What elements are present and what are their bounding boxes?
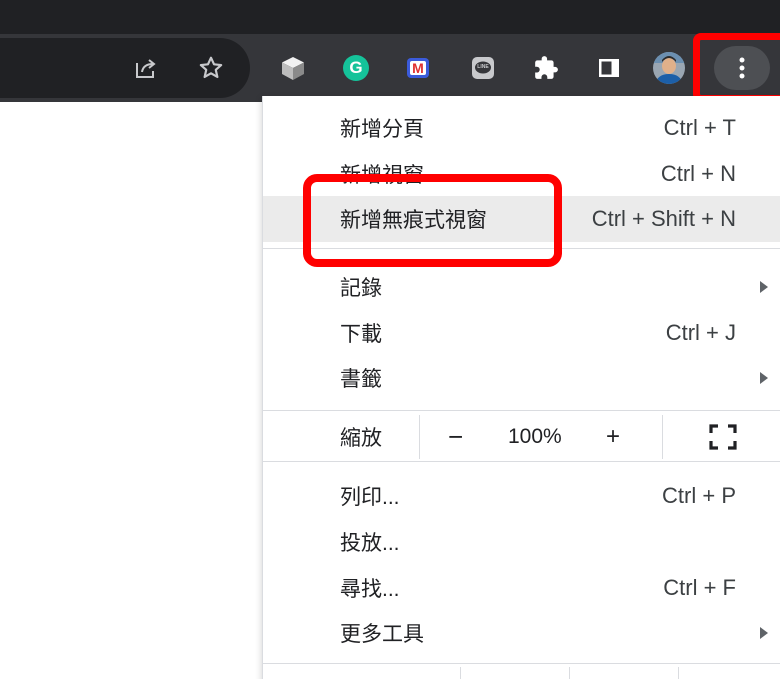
mail-extension-icon[interactable]: M xyxy=(400,50,436,86)
menu-separator xyxy=(263,663,780,664)
menu-separator xyxy=(263,410,780,411)
share-icon[interactable] xyxy=(128,50,164,86)
cube-extension-icon[interactable] xyxy=(275,50,311,86)
bookmark-star-icon[interactable] xyxy=(193,50,229,86)
menu-item-print[interactable]: 列印... Ctrl + P xyxy=(263,473,780,519)
menu-item-label: 投放... xyxy=(340,532,400,555)
line-text: LINE xyxy=(477,64,489,70)
menu-item-downloads[interactable]: 下載 Ctrl + J xyxy=(263,310,780,356)
submenu-arrow-icon xyxy=(760,372,768,384)
line-extension-icon[interactable]: LINE xyxy=(465,50,501,86)
menu-item-bookmarks[interactable]: 書籤 xyxy=(263,355,780,401)
mail-letter: M xyxy=(412,60,424,76)
menu-button-highlight-box xyxy=(693,33,780,102)
edit-row-partial xyxy=(263,667,780,679)
menu-separator xyxy=(263,461,780,462)
menu-zoom-row: 縮放 − 100% + xyxy=(263,415,780,459)
menu-item-cast[interactable]: 投放... xyxy=(263,519,780,565)
tab-strip xyxy=(0,0,780,34)
fullscreen-icon[interactable] xyxy=(709,424,737,450)
menu-item-label: 新增分頁 xyxy=(340,118,424,141)
zoom-level: 100% xyxy=(508,425,562,448)
menu-item-history[interactable]: 記錄 xyxy=(263,264,780,310)
menu-item-label: 列印... xyxy=(340,486,400,509)
menu-item-label: 下載 xyxy=(340,323,382,346)
menu-item-label: 尋找... xyxy=(340,578,400,601)
incognito-item-highlight-box xyxy=(303,174,562,267)
menu-item-find[interactable]: 尋找... Ctrl + F xyxy=(263,565,780,611)
submenu-arrow-icon xyxy=(760,281,768,293)
menu-item-shortcut: Ctrl + T xyxy=(663,115,736,140)
menu-item-shortcut: Ctrl + N xyxy=(660,161,736,186)
menu-item-shortcut: Ctrl + F xyxy=(663,575,736,600)
profile-avatar[interactable] xyxy=(651,50,687,86)
menu-item-shortcut: Ctrl + Shift + N xyxy=(591,206,736,231)
menu-item-label: 記錄 xyxy=(340,277,382,300)
menu-item-shortcut: Ctrl + P xyxy=(662,483,736,508)
grammarly-extension-icon[interactable]: G xyxy=(338,50,374,86)
menu-item-shortcut: Ctrl + J xyxy=(665,320,736,345)
zoom-out-button[interactable]: − xyxy=(448,422,463,453)
zoom-controls: − 100% + xyxy=(419,415,663,459)
submenu-arrow-icon xyxy=(760,627,768,639)
zoom-label: 縮放 xyxy=(340,427,382,450)
menu-item-label: 更多工具 xyxy=(340,623,424,646)
extensions-puzzle-icon[interactable] xyxy=(528,50,564,86)
menu-item-more-tools[interactable]: 更多工具 xyxy=(263,610,780,656)
menu-item-new-tab[interactable]: 新增分頁 Ctrl + T xyxy=(263,105,780,151)
side-panel-icon[interactable] xyxy=(591,50,627,86)
zoom-in-button[interactable]: + xyxy=(606,423,620,451)
grammarly-letter: G xyxy=(349,58,363,77)
menu-item-label: 書籤 xyxy=(340,368,382,391)
